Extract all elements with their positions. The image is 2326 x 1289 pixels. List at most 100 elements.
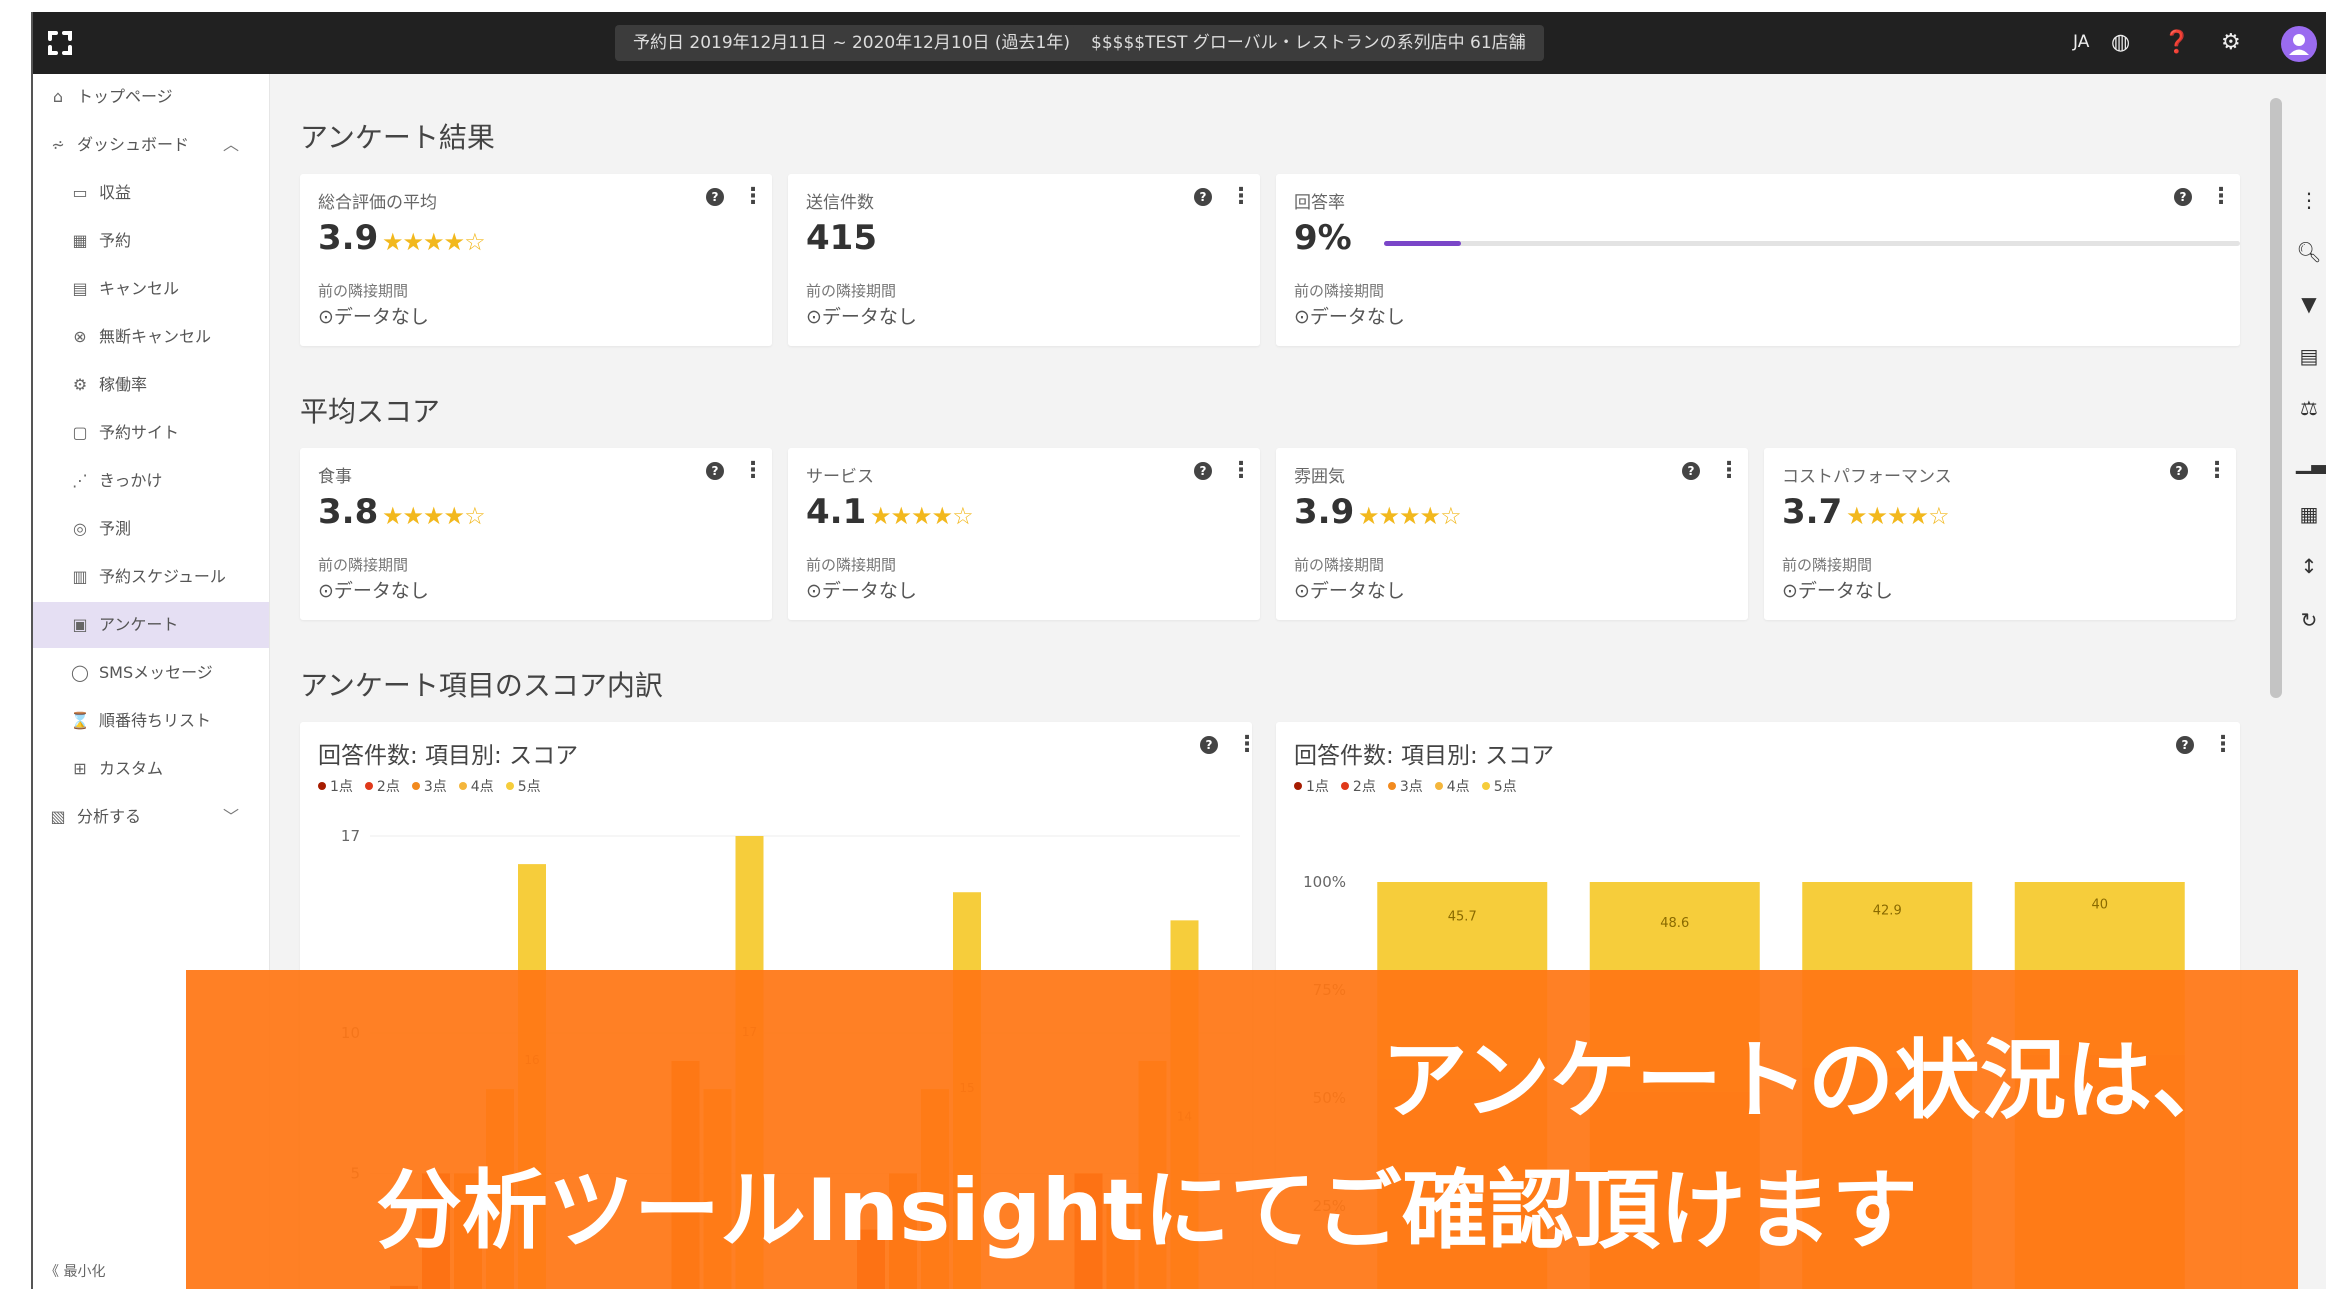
metric-value: 3.8: [318, 492, 379, 532]
rating-stars-icon: ★★★★☆: [382, 228, 486, 256]
app-logo-icon[interactable]: [43, 26, 77, 60]
metric-card: 食事 3.8 ★★★★☆ 前の隣接期間 ⊙データなし? ⋮: [300, 448, 772, 620]
response-rate-bar: [1384, 241, 2240, 246]
sidebar-item-4[interactable]: ▤ キャンセル: [33, 266, 269, 312]
sidebar-item-15[interactable]: ▧ 分析する ﹀: [33, 794, 269, 840]
metric-title: コストパフォーマンス: [1782, 467, 1952, 487]
sidebar-item-label: きっかけ: [99, 471, 163, 490]
sidebar-item-label: カスタム: [99, 759, 164, 778]
sidebar-item-label: ダッシュボード: [77, 135, 190, 154]
scrollbar[interactable]: [2270, 98, 2282, 698]
previous-period-label: 前の隣接期間: [1782, 556, 1873, 574]
more-menu-icon[interactable]: ⋮: [742, 184, 764, 209]
globe-icon[interactable]: ◍: [2111, 30, 2130, 56]
previous-period-value: ⊙データなし: [806, 580, 917, 602]
data-label: 42.9: [1873, 904, 1902, 919]
help-icon[interactable]: ?: [1682, 462, 1700, 480]
help-icon[interactable]: ?: [706, 188, 724, 206]
metric-value: 3.9: [1294, 492, 1355, 532]
previous-period-label: 前の隣接期間: [806, 556, 897, 574]
sidebar-item-10[interactable]: ▥ 予約スケジュール: [33, 554, 269, 600]
store-scope-filter[interactable]: $$$$$TEST グローバル・レストランの系列店中 61店舗: [1073, 25, 1544, 61]
minimize-button[interactable]: 《 最小化: [45, 1261, 105, 1281]
date-range-filter[interactable]: 予約日 2019年12月11日 ~ 2020年12月10日 (過去1年): [615, 25, 1088, 61]
metric-card: 回答率 9% 前の隣接期間 ⊙データなし? ⋮: [1276, 174, 2240, 346]
metric-title: サービス: [806, 467, 874, 487]
refresh-icon[interactable]: ↻: [2296, 608, 2322, 632]
help-icon[interactable]: ?: [2170, 462, 2188, 480]
sort-icon[interactable]: ↕: [2296, 554, 2322, 578]
search-icon[interactable]: 🔍︎: [2296, 240, 2322, 264]
section-title-breakdown: アンケート項目のスコア内訳: [300, 669, 663, 702]
circle-x-icon: ⊗: [73, 327, 87, 346]
previous-period-value: ⊙データなし: [318, 580, 429, 602]
calendar-x-icon: ▤: [72, 279, 88, 298]
share-icon: ⋰: [72, 471, 88, 490]
previous-period-label: 前の隣接期間: [806, 282, 897, 300]
previous-period-value: ⊙データなし: [1782, 580, 1893, 602]
chevron-down-icon[interactable]: ﹀: [223, 794, 239, 840]
sidebar-item-label: 予約スケジュール: [99, 567, 226, 586]
sidebar-item-13[interactable]: ⌛ 順番待ちリスト: [33, 698, 269, 744]
more-menu-icon[interactable]: ⋮: [2206, 458, 2228, 483]
help-icon[interactable]: ?: [706, 462, 724, 480]
user-avatar[interactable]: [2281, 26, 2317, 62]
sidebar-item-2[interactable]: ▭ 収益: [33, 170, 269, 216]
calendar-icon: ▦: [72, 231, 88, 250]
monitor-icon: ▢: [72, 423, 88, 442]
revenue-icon: ▭: [72, 183, 88, 202]
grid-icon[interactable]: ▦: [2296, 502, 2322, 526]
sidebar-item-label: 順番待ちリスト: [99, 711, 212, 730]
rating-stars-icon: ★★★★☆: [870, 502, 974, 530]
sidebar-item-1[interactable]: ⩫ ダッシュボード ︿: [33, 122, 269, 168]
language-label[interactable]: JA: [2073, 32, 2089, 52]
metric-title: 回答率: [1294, 193, 1345, 213]
chevron-up-icon[interactable]: ︿: [223, 122, 239, 168]
more-menu-icon[interactable]: ⋮: [1718, 458, 1740, 483]
sidebar-item-label: SMSメッセージ: [99, 663, 213, 682]
filter-icon[interactable]: ▼: [2296, 292, 2322, 316]
sidebar-item-label: 収益: [99, 183, 132, 202]
sidebar-item-label: 予約サイト: [99, 423, 180, 442]
compare-icon[interactable]: ⚖: [2296, 396, 2322, 420]
caption-line-2: 分析ツールInsightにてご確認頂けます: [376, 1161, 1918, 1261]
more-vertical-icon[interactable]: ⋮: [2296, 188, 2322, 212]
sidebar-item-3[interactable]: ▦ 予約: [33, 218, 269, 264]
sidebar-item-7[interactable]: ▢ 予約サイト: [33, 410, 269, 456]
sidebar-item-0[interactable]: ⌂ トップページ: [33, 74, 269, 120]
help-icon[interactable]: ?: [2174, 188, 2192, 206]
sidebar-item-6[interactable]: ⚙ 稼働率: [33, 362, 269, 408]
chart-icon[interactable]: ▁▃: [2296, 450, 2326, 474]
sidebar-item-9[interactable]: ◎ 予測: [33, 506, 269, 552]
previous-period-value: ⊙データなし: [1294, 580, 1405, 602]
sidebar-item-12[interactable]: ◯ SMSメッセージ: [33, 650, 269, 696]
eye-icon: ◎: [73, 519, 87, 538]
rating-stars-icon: ★★★★☆: [1358, 502, 1462, 530]
metric-card: 雰囲気 3.9 ★★★★☆ 前の隣接期間 ⊙データなし? ⋮: [1276, 448, 1748, 620]
previous-period-label: 前の隣接期間: [318, 556, 409, 574]
sidebar-item-8[interactable]: ⋰ きっかけ: [33, 458, 269, 504]
help-icon[interactable]: ?: [1194, 188, 1212, 206]
settings-gear-icon[interactable]: ⚙: [2221, 30, 2241, 56]
seats-icon: ⚙: [72, 375, 88, 394]
more-menu-icon[interactable]: ⋮: [2210, 184, 2232, 209]
more-menu-icon[interactable]: ⋮: [1230, 458, 1252, 483]
sidebar-item-label: 予約: [99, 231, 132, 250]
sidebar-item-label: 稼働率: [99, 375, 148, 394]
sidebar-item-14[interactable]: ⊞ カスタム: [33, 746, 269, 792]
caption-line-1: アンケートの状況は、: [1381, 1031, 2238, 1131]
more-menu-icon[interactable]: ⋮: [1230, 184, 1252, 209]
previous-period-label: 前の隣接期間: [1294, 556, 1385, 574]
metric-value: 4.1: [806, 492, 867, 532]
sidebar-item-11[interactable]: ▣ アンケート: [33, 602, 269, 648]
schedule-icon: ▥: [72, 567, 88, 586]
metric-title: 送信件数: [806, 193, 874, 213]
help-icon[interactable]: ❓: [2163, 30, 2190, 56]
calendar-icon[interactable]: ▤: [2296, 344, 2322, 368]
previous-period-label: 前の隣接期間: [318, 282, 409, 300]
sidebar-item-5[interactable]: ⊗ 無断キャンセル: [33, 314, 269, 360]
survey-icon: ▣: [72, 615, 88, 634]
home-icon: ⌂: [52, 87, 64, 106]
more-menu-icon[interactable]: ⋮: [742, 458, 764, 483]
help-icon[interactable]: ?: [1194, 462, 1212, 480]
